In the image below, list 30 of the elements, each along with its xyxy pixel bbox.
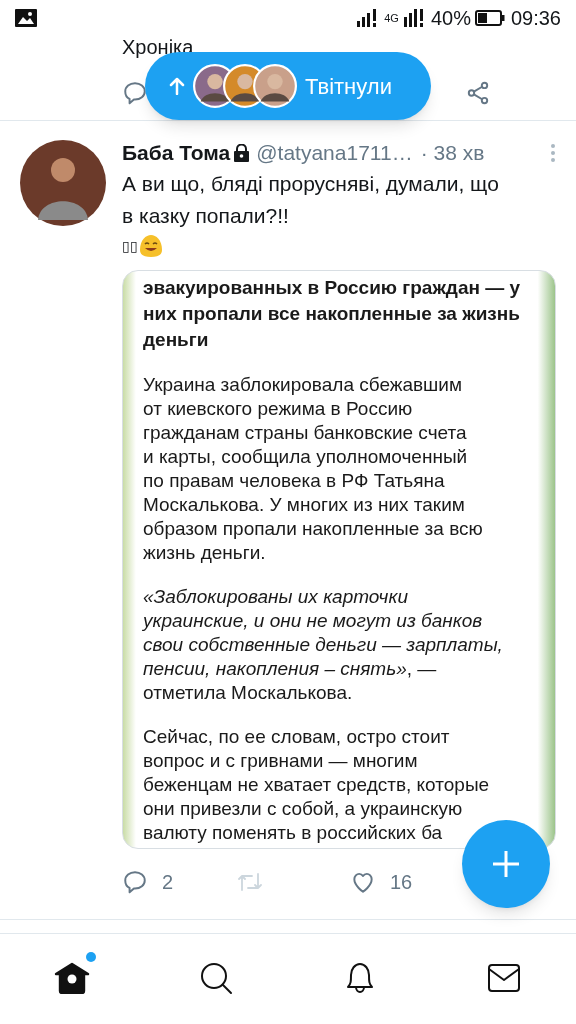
reply-count: 2 [162,870,174,895]
timestamp: · 38 хв [420,140,485,167]
article-paragraph: Сейчас, по ее словам, остро стоит вопрос и с гривнами — многим беженцам не хватает средств, которые они привезли с собой, а украинскую валюту поменять в российских ба [143,725,491,845]
mail-icon[interactable] [487,963,521,993]
article-paragraph: «Заблокированы их карточки украинские, и они не могут из банков свои собственные деньги — зарплаты, пенсии, накопления – снять», — отметила Москалькова. [143,585,504,705]
clock: 09:36 [510,6,561,31]
home-icon[interactable] [54,962,90,994]
share-icon[interactable] [465,80,491,106]
avatar[interactable] [20,140,106,226]
like-count: 16 [390,870,413,895]
emoji-text: ▯▯ [122,236,138,256]
search-icon[interactable] [199,961,233,995]
avatar [253,64,297,108]
tweet-text: А ви що, бляді прорусняві, думали, що в казку попали?!! [122,171,500,229]
arrow-up-icon [169,77,185,95]
signal-icon [402,9,425,27]
display-name[interactable]: Баба Тома [122,137,231,169]
article-headline: эвакуированных в Россию граждан — у них пропали все накопленные за жизнь деньги [143,276,522,352]
reply-icon[interactable] [122,80,148,106]
laughing-emoji-icon [138,234,164,258]
plus-icon [491,849,521,879]
signal-icon [356,9,379,27]
reply-icon[interactable] [122,869,148,895]
article-paragraph: Украина заблокировала сбежавшим от киевского режима в Россию гражданам страны банковские счета и карты, сообщила уполномоченный по правам человека в РФ Татьяна Москалькова. У многих из них таким образом пропали накопленные за всю жизнь деньги. [143,373,484,565]
battery-percent: 40% [430,6,471,31]
network-type: 4G [384,10,399,26]
image-icon [15,9,37,27]
battery-icon [474,10,505,26]
embedded-screenshot[interactable] [122,270,556,849]
username[interactable]: @tatyana1711… [256,137,413,169]
